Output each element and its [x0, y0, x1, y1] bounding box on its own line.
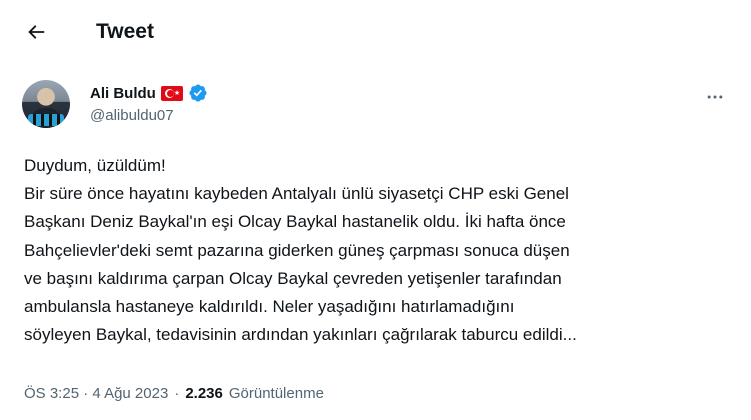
- avatar-microphones: [28, 114, 64, 126]
- more-options-button[interactable]: [698, 80, 732, 114]
- tweet-text-line: ambulansla hastaneye kaldırıldı. Neler y…: [24, 297, 515, 317]
- page-title: Tweet: [96, 20, 154, 43]
- views-label: Görüntülenme: [228, 384, 324, 402]
- verified-badge-icon[interactable]: [188, 83, 208, 103]
- views-count: 2.236: [185, 384, 223, 402]
- tweet-text: Duydum, üzüldüm! Bir süre önce hayatını …: [24, 152, 736, 349]
- tweet-date: 4 Ağu 2023: [92, 384, 169, 402]
- tweet-timestamp[interactable]: ÖS 3:25 · 4 Ağu 2023: [24, 385, 168, 402]
- more-dots-icon: [707, 95, 723, 99]
- tweet-text-line: ve başını kaldırıma çarpan Olcay Baykal …: [24, 268, 562, 288]
- tweet-text-line: Duydum, üzüldüm!: [24, 156, 166, 175]
- arrow-left-icon: [28, 25, 45, 39]
- author-handle[interactable]: @alibuldu07: [90, 106, 174, 126]
- tweet-time: ÖS 3:25: [24, 384, 80, 402]
- meta-separator: ·: [174, 384, 180, 402]
- tweet-text-line: Bahçelievler'deki semt pazarına giderken…: [24, 240, 570, 260]
- tweet-page: Tweet Ali Buldu ★ @alibuldu07 Duydum, üz…: [0, 0, 751, 420]
- name-row: Ali Buldu ★: [90, 82, 208, 104]
- author-name[interactable]: Ali Buldu: [90, 85, 156, 102]
- meta-separator: ·: [83, 384, 89, 402]
- turkey-flag-icon: ★: [160, 85, 183, 101]
- back-button[interactable]: [18, 14, 54, 50]
- tweet-text-line: Başkanı Deniz Baykal'ın eşi Olcay Baykal…: [24, 212, 566, 232]
- tweet-author: Ali Buldu ★ @alibuldu07: [22, 80, 732, 136]
- tweet-text-line: söyleyen Baykal, tedavisinin ardından ya…: [24, 325, 577, 345]
- header: Tweet: [0, 0, 751, 64]
- tweet-text-line: Bir süre önce hayatını kaybeden Antalyal…: [24, 184, 569, 204]
- avatar[interactable]: [22, 80, 70, 128]
- tweet-meta: ÖS 3:25 · 4 Ağu 2023 · 2.236 Görüntülenm…: [24, 383, 324, 403]
